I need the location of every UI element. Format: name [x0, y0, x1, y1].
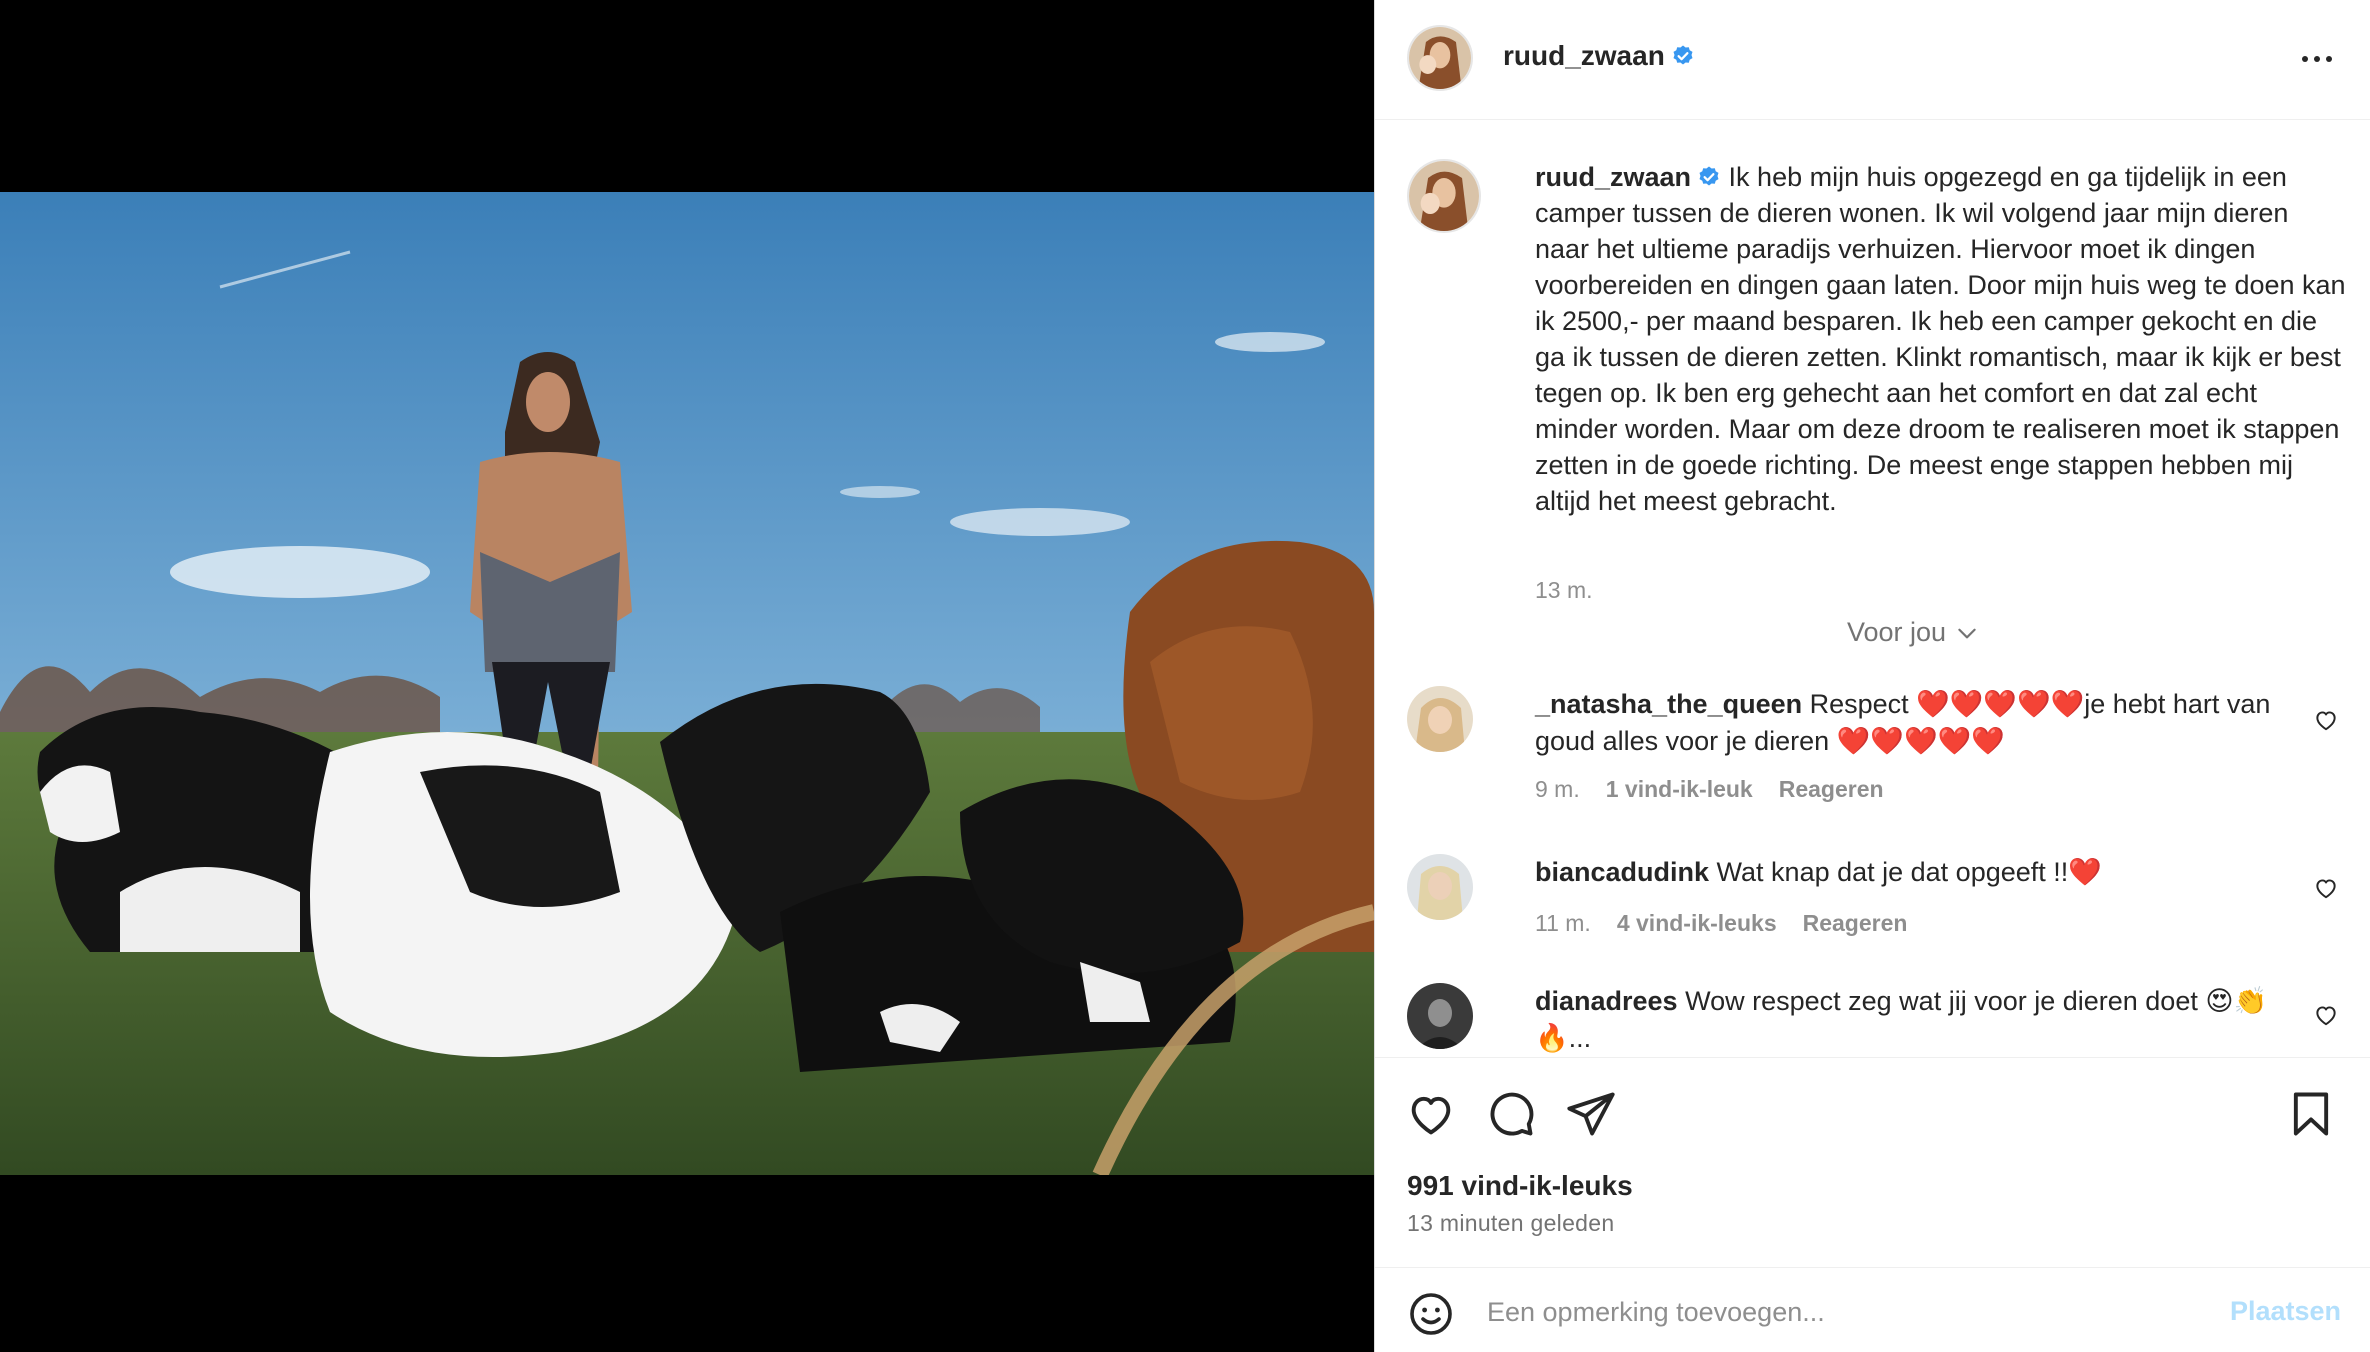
smiley-icon	[1410, 1293, 1452, 1335]
post-header: ruud_zwaan	[1375, 0, 2370, 120]
reply-button[interactable]: Reageren	[1803, 910, 1908, 937]
avatar-image	[1407, 854, 1473, 920]
post-actions: 991 vind-ik-leuks 13 minuten geleden	[1375, 1057, 2370, 1267]
more-dot	[2326, 56, 2332, 62]
post-timestamp[interactable]: 13 minuten geleden	[1407, 1210, 1614, 1237]
comment-username[interactable]: _natasha_the_queen	[1535, 689, 1802, 719]
caption-username[interactable]: ruud_zwaan	[1535, 162, 1691, 192]
comments-scroll-area[interactable]: ruud_zwaan Ik heb mijn huis opgezegd en …	[1375, 121, 2370, 1057]
comment-time[interactable]: 9 m.	[1535, 776, 1580, 803]
comment-text: biancadudink Wat knap dat je dat opgeeft…	[1535, 854, 2307, 891]
commenter-avatar[interactable]	[1407, 854, 1473, 920]
add-comment-bar: Plaatsen	[1375, 1267, 2370, 1352]
comment-button[interactable]	[1485, 1088, 1537, 1140]
emoji-picker-button[interactable]	[1407, 1290, 1455, 1338]
bookmark-icon	[2293, 1092, 2329, 1136]
avatar-image	[1407, 983, 1473, 1049]
comment-meta: 11 m. 4 vind-ik-leuks Reageren	[1535, 910, 1907, 937]
comment-item: _natasha_the_queen Respect ❤️❤️❤️❤️❤️je …	[1407, 686, 2347, 816]
comment-like-count[interactable]: 1 vind-ik-leuk	[1606, 776, 1753, 803]
heart-outline-icon[interactable]	[2313, 1002, 2339, 1028]
chevron-down-icon	[1958, 628, 1976, 638]
heart-outline-icon[interactable]	[2313, 875, 2339, 901]
avatar-image	[1409, 161, 1479, 231]
comment-bubble-icon	[1490, 1092, 1534, 1136]
caption-timestamp[interactable]: 13 m.	[1535, 577, 1593, 604]
post-comment-button[interactable]: Plaatsen	[2230, 1296, 2341, 1327]
avatar-image	[1409, 27, 1471, 89]
like-button[interactable]	[1405, 1088, 1457, 1140]
instagram-post-modal: ruud_zwaan ruud_zwaan Ik heb mijn huis o…	[0, 0, 2370, 1352]
author-avatar[interactable]	[1407, 25, 1473, 91]
post-photo[interactable]	[0, 192, 1374, 1175]
comment-time[interactable]: 11 m.	[1535, 910, 1591, 937]
caption-text: ruud_zwaan Ik heb mijn huis opgezegd en …	[1535, 159, 2347, 519]
heart-outline-icon[interactable]	[2313, 707, 2339, 733]
share-button[interactable]	[1565, 1088, 1617, 1140]
more-options-button[interactable]	[2293, 42, 2341, 76]
comment-text: dianadrees Wow respect zeg wat jij voor …	[1535, 983, 2307, 1057]
paper-plane-icon	[1567, 1092, 1615, 1136]
comment-username[interactable]: biancadudink	[1535, 857, 1709, 887]
comment-sort-dropdown[interactable]: Voor jou	[1847, 617, 1980, 648]
caption-author-avatar[interactable]	[1407, 159, 1481, 233]
author-username[interactable]: ruud_zwaan	[1503, 40, 1695, 72]
like-count[interactable]: 991 vind-ik-leuks	[1407, 1170, 1633, 1202]
comment-body-part: 🔥...	[1535, 1023, 1592, 1053]
comment-text: _natasha_the_queen Respect ❤️❤️❤️❤️❤️je …	[1535, 686, 2307, 760]
comment-body-part: Respect	[1809, 689, 1917, 719]
heart-outline-icon	[1411, 1096, 1451, 1135]
comment-like-count[interactable]: 4 vind-ik-leuks	[1617, 910, 1777, 937]
comment-body-part: Wow respect zeg wat jij voor je dieren d…	[1685, 986, 2268, 1016]
comment-body-part: Wat knap dat je dat opgeeft !!	[1716, 857, 2069, 887]
comment-meta: 9 m. 1 vind-ik-leuk Reageren	[1535, 776, 1884, 803]
comment-item: dianadrees Wow respect zeg wat jij voor …	[1407, 983, 2347, 1057]
comment-emoji: ❤️❤️❤️❤️❤️	[1836, 726, 2005, 756]
commenter-avatar[interactable]	[1407, 983, 1473, 1049]
comment-item: biancadudink Wat knap dat je dat opgeeft…	[1407, 854, 2347, 954]
post-media[interactable]	[0, 0, 1374, 1352]
save-button[interactable]	[2285, 1088, 2337, 1140]
more-dot	[2302, 56, 2308, 62]
comment-sort-label: Voor jou	[1847, 617, 1947, 647]
comment-emoji: ❤️	[2068, 857, 2102, 887]
caption-body: Ik heb mijn huis opgezegd en ga tijdelij…	[1535, 162, 2346, 516]
comment-emoji: ❤️❤️❤️❤️❤️	[1916, 689, 2085, 719]
post-side-panel: ruud_zwaan ruud_zwaan Ik heb mijn huis o…	[1374, 0, 2370, 1352]
verified-badge-icon	[1673, 45, 1693, 65]
avatar-image	[1407, 686, 1473, 752]
author-username-text[interactable]: ruud_zwaan	[1503, 40, 1665, 71]
comment-username[interactable]: dianadrees	[1535, 986, 1678, 1016]
photo-farmer-with-cows	[0, 192, 1374, 1175]
reply-button[interactable]: Reageren	[1779, 776, 1884, 803]
comment-input[interactable]	[1487, 1288, 2167, 1336]
commenter-avatar[interactable]	[1407, 686, 1473, 752]
verified-badge-icon	[1699, 166, 1719, 186]
more-dot	[2314, 56, 2320, 62]
